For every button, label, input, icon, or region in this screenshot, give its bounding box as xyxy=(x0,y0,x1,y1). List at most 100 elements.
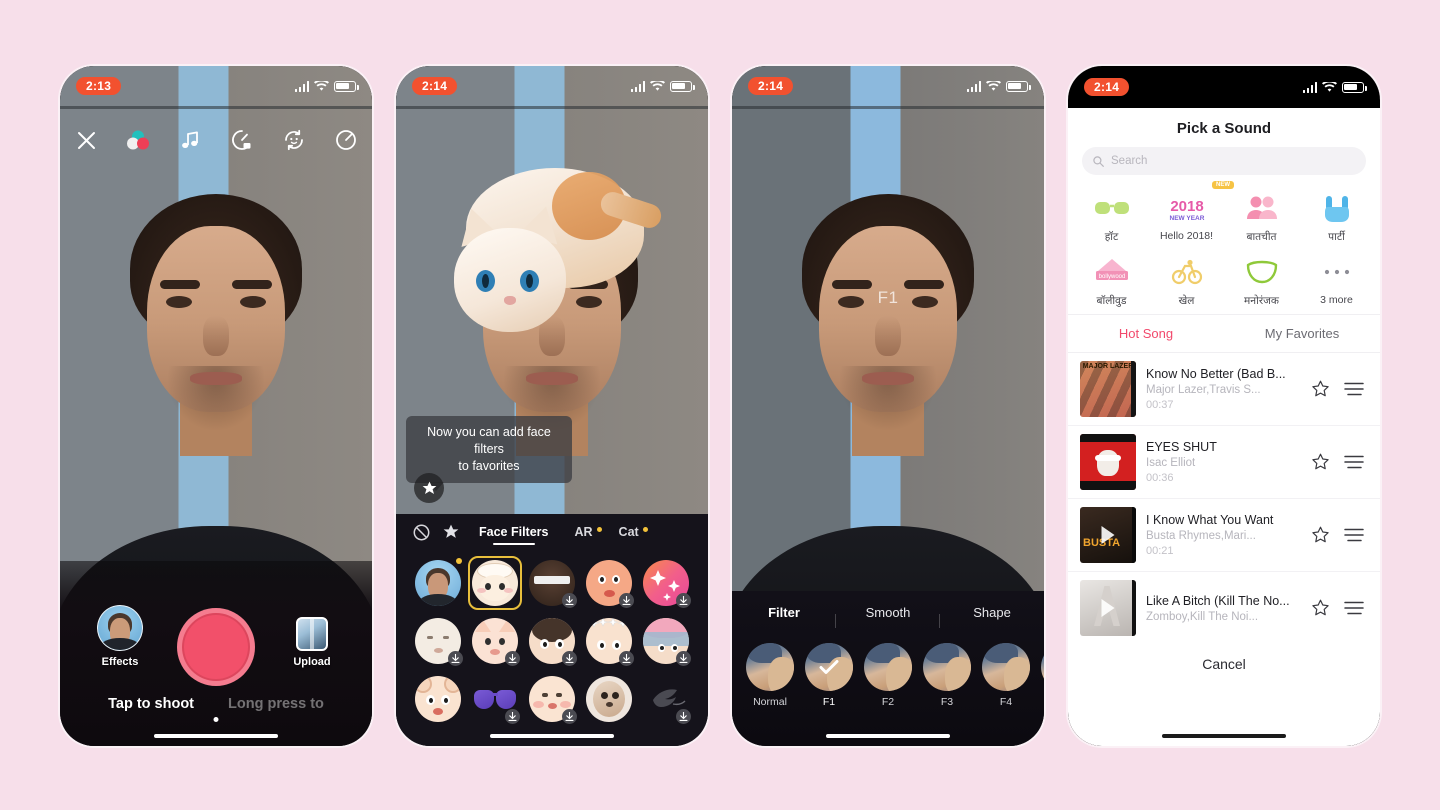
filter-normal[interactable]: Normal xyxy=(746,643,794,708)
upload-button[interactable]: Upload xyxy=(288,611,336,668)
sticker-sparkles[interactable] xyxy=(642,560,691,608)
cat-nose xyxy=(504,296,516,305)
sound-picker-sheet: Pick a Sound Search हॉट 2018 NEW YEAR NE… xyxy=(1068,66,1380,672)
upload-label: Upload xyxy=(293,656,331,668)
filter-thumbnail-row[interactable]: Normal F1 F2 F3 F4 xyxy=(732,633,1044,708)
effects-thumbnail xyxy=(97,605,143,651)
playlist-menu-icon[interactable] xyxy=(1344,382,1364,396)
cellular-signal-icon xyxy=(630,80,645,92)
search-input[interactable]: Search xyxy=(1082,147,1366,175)
favorite-star-icon[interactable] xyxy=(1311,380,1330,398)
song-row[interactable]: BUSTA I Know What You Want Busta Rhymes,… xyxy=(1068,499,1380,572)
sticker-puppy[interactable] xyxy=(585,676,632,722)
playlist-menu-icon[interactable] xyxy=(1344,528,1364,542)
song-row[interactable]: Like A Bitch (Kill The No... Zomboy,Kill… xyxy=(1068,572,1380,644)
download-icon[interactable] xyxy=(561,593,577,608)
tab-face-filters[interactable]: Face Filters xyxy=(466,525,561,539)
category-sports[interactable]: खेल xyxy=(1149,251,1224,308)
home-indicator[interactable] xyxy=(490,733,614,738)
sticker-avatar-selfie[interactable] xyxy=(415,558,463,606)
flip-camera-button[interactable] xyxy=(268,120,320,160)
home-indicator[interactable] xyxy=(1162,733,1286,738)
download-icon[interactable] xyxy=(505,709,521,724)
status-clock: 2:14 xyxy=(1084,78,1130,96)
wifi-icon xyxy=(986,80,1001,91)
tab-hot-song[interactable]: Hot Song xyxy=(1068,315,1224,352)
favorite-star-icon[interactable] xyxy=(1311,453,1330,471)
sticker-grandma[interactable] xyxy=(642,618,691,666)
sticker-sunglasses[interactable] xyxy=(472,676,521,724)
phone-2-face-filters: 2:14 Now you can add face filters to fav… xyxy=(396,66,708,746)
category-hello-2018[interactable]: 2018 NEW YEAR NEW Hello 2018! xyxy=(1149,181,1234,244)
add-to-favorites-button[interactable] xyxy=(414,473,444,503)
home-indicator[interactable] xyxy=(826,733,950,738)
tab-smooth[interactable]: Smooth xyxy=(836,605,940,628)
home-indicator[interactable] xyxy=(154,733,278,738)
filter-next-partial[interactable] xyxy=(1041,643,1044,708)
status-clock: 2:13 xyxy=(76,77,122,95)
song-actions xyxy=(1311,380,1368,398)
download-icon[interactable] xyxy=(675,593,691,608)
favorite-star-icon[interactable] xyxy=(1311,526,1330,544)
category-bollywood[interactable]: bollywood बॉलीवुड xyxy=(1074,251,1149,308)
filter-f4[interactable]: F4 xyxy=(982,643,1030,708)
battery-icon xyxy=(670,80,695,92)
category-hot[interactable]: हॉट xyxy=(1074,187,1149,244)
tab-ar[interactable]: AR xyxy=(561,525,605,539)
category-chat[interactable]: बातचीत xyxy=(1224,187,1299,244)
filter-f1[interactable]: F1 xyxy=(805,643,853,708)
song-row[interactable]: MAJOR LAZER Know No Better (Bad B... Maj… xyxy=(1068,353,1380,426)
chat-couple-icon xyxy=(1224,187,1299,229)
download-icon[interactable] xyxy=(618,651,634,666)
category-more[interactable]: 3 more xyxy=(1299,251,1374,308)
filter-f2[interactable]: F2 xyxy=(864,643,912,708)
mode-page-indicator xyxy=(213,717,219,722)
sticker-star-crown[interactable] xyxy=(585,618,634,666)
song-row[interactable]: EYES SHUT Isac Elliot 00:36 xyxy=(1068,426,1380,499)
sticker-pig-ears[interactable] xyxy=(472,618,521,666)
capture-controls: Effects Upload Tap to shoot Long press t… xyxy=(60,561,372,746)
sticker-headband[interactable] xyxy=(528,560,577,608)
cancel-button[interactable]: Cancel xyxy=(1068,644,1380,672)
favorite-star-icon[interactable] xyxy=(1311,599,1330,617)
download-icon[interactable] xyxy=(505,651,521,666)
download-icon[interactable] xyxy=(448,651,464,666)
download-icon[interactable] xyxy=(675,709,691,724)
tab-cat[interactable]: Cat xyxy=(606,525,652,539)
category-party[interactable]: पार्टी xyxy=(1299,187,1374,244)
speed-button[interactable] xyxy=(216,120,268,160)
subject-eye-right xyxy=(912,296,938,308)
no-filter-button[interactable] xyxy=(406,524,436,541)
effects-button[interactable]: Effects xyxy=(96,605,144,668)
sticker-cat-ears[interactable] xyxy=(468,556,523,610)
download-icon[interactable] xyxy=(618,593,634,608)
timer-button[interactable] xyxy=(320,120,372,160)
filter-f3[interactable]: F3 xyxy=(923,643,971,708)
sticker-bear-ears[interactable] xyxy=(415,676,462,722)
song-duration: 00:36 xyxy=(1146,472,1174,484)
sticker-baby-face[interactable] xyxy=(528,676,577,724)
playlist-menu-icon[interactable] xyxy=(1344,601,1364,615)
playlist-menu-icon[interactable] xyxy=(1344,455,1364,469)
bicycle-icon xyxy=(1149,251,1224,293)
tab-filter[interactable]: Filter xyxy=(732,605,836,628)
sticker-bird[interactable] xyxy=(643,676,691,724)
download-icon[interactable] xyxy=(561,709,577,724)
category-entertaining[interactable]: मनोरंजक xyxy=(1224,251,1299,308)
sunglasses-icon xyxy=(1074,187,1149,229)
album-cover: MAJOR LAZER xyxy=(1080,361,1136,417)
close-button[interactable] xyxy=(60,120,112,160)
tab-shape[interactable]: Shape xyxy=(940,605,1044,620)
music-button[interactable] xyxy=(164,120,216,160)
download-icon[interactable] xyxy=(561,651,577,666)
filters-button[interactable] xyxy=(112,120,164,160)
song-meta: Know No Better (Bad B... Major Lazer,Tra… xyxy=(1146,367,1301,411)
tooltip-line-1: Now you can add face filters xyxy=(427,425,551,456)
favorites-tab-button[interactable] xyxy=(436,524,466,540)
sticker-pale-face[interactable] xyxy=(415,618,464,666)
sticker-blush-face[interactable] xyxy=(585,560,634,608)
download-icon[interactable] xyxy=(675,651,691,666)
shutter-button[interactable] xyxy=(177,608,255,686)
tab-my-favorites[interactable]: My Favorites xyxy=(1224,315,1380,352)
sticker-curly-hair[interactable] xyxy=(528,618,577,666)
